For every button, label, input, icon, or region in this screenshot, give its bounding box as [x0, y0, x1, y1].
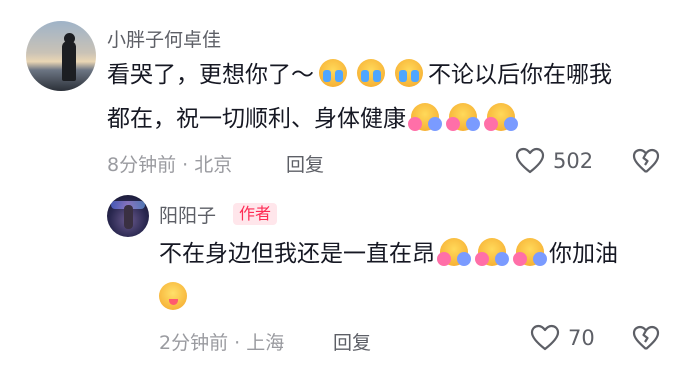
reply-text-part: 你加油 [549, 241, 618, 267]
broken-heart-icon [632, 148, 660, 178]
comment-text-part: 不论以后你在哪我 [428, 62, 612, 88]
avatar[interactable] [26, 21, 96, 91]
reply-button[interactable]: 回复 [333, 328, 371, 355]
hugging-emoji-icon [513, 238, 547, 266]
comment-username[interactable]: 小胖子何卓佳 [107, 25, 221, 52]
broken-heart-icon [632, 325, 660, 355]
like-button[interactable]: 502 [515, 147, 593, 174]
hugging-emoji-icon [475, 238, 509, 266]
avatar[interactable] [107, 195, 149, 237]
comment-timestamp-location: 8分钟前 · 北京 [107, 154, 233, 176]
crying-emoji-icon [395, 59, 423, 87]
like-count: 502 [553, 148, 594, 173]
hugging-emoji-icon [437, 238, 471, 266]
dislike-button[interactable] [632, 148, 660, 178]
comment-text-part: 都在，祝一切顺利、身体健康 [107, 106, 406, 132]
crying-emoji-icon [357, 59, 385, 87]
avatar-figure [124, 205, 133, 229]
hugging-emoji-icon [446, 103, 480, 131]
hugging-emoji-icon [408, 103, 442, 131]
reply-button[interactable]: 回复 [286, 150, 324, 177]
hugging-emoji-icon [484, 103, 518, 131]
reply-text: 不在身边但我还是一直在昂 你加油 [159, 232, 679, 320]
heart-outline-icon [530, 324, 560, 351]
crying-emoji-icon [319, 59, 347, 87]
comment-text-part: 看哭了，更想你了～ [107, 62, 314, 88]
reply-timestamp-location: 2分钟前 · 上海 [159, 332, 285, 354]
like-button[interactable]: 70 [530, 324, 595, 351]
heart-outline-icon [515, 147, 545, 174]
author-badge: 作者 [233, 203, 278, 225]
like-count: 70 [568, 325, 595, 350]
dislike-button[interactable] [632, 325, 660, 355]
avatar-figure [62, 41, 76, 81]
reply-username[interactable]: 阳阳子 [159, 201, 216, 228]
reply-text-part: 不在身边但我还是一直在昂 [159, 241, 435, 267]
savoring-food-emoji-icon [159, 282, 187, 310]
comment-text: 看哭了，更想你了～ 不论以后你在哪我 都在，祝一切顺利、身体健康 [107, 53, 667, 141]
